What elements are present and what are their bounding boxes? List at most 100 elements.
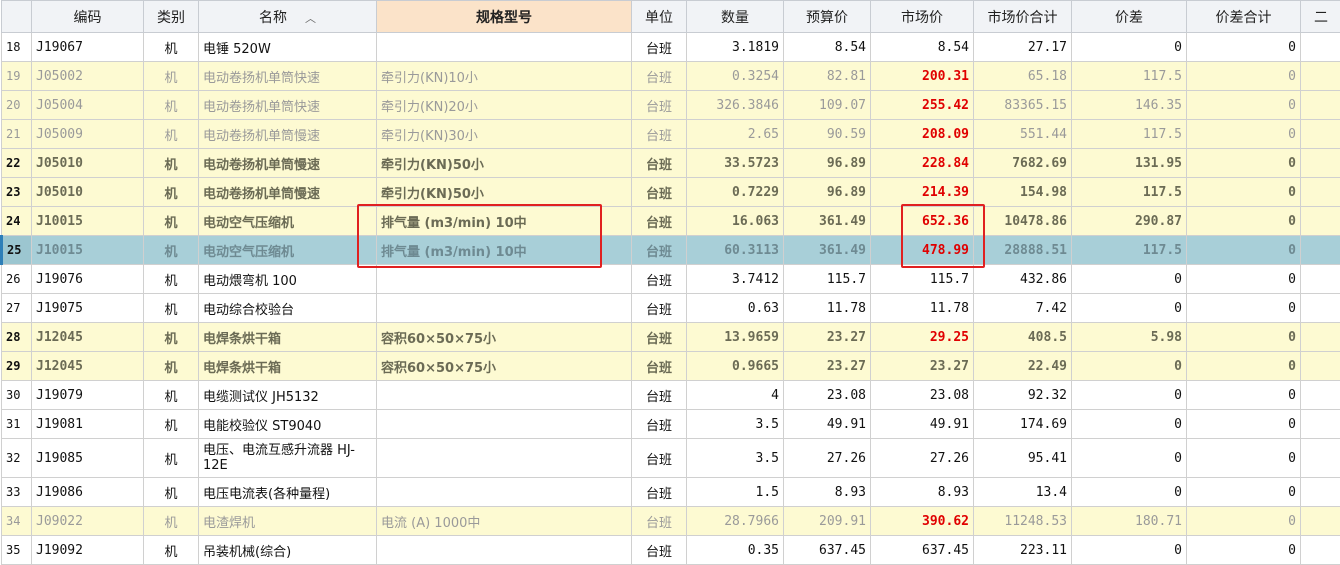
spec-cell[interactable] [377, 294, 632, 323]
market-total-cell[interactable]: 92.32 [974, 381, 1072, 410]
name-cell[interactable]: 电动卷扬机单筒慢速 [199, 178, 377, 207]
col-header-category[interactable]: 类别 [144, 1, 199, 33]
unit-cell[interactable]: 台班 [632, 178, 687, 207]
diff-total-cell[interactable]: 0 [1187, 62, 1301, 91]
price-diff-cell[interactable]: 117.5 [1072, 62, 1187, 91]
market-total-cell[interactable]: 174.69 [974, 410, 1072, 439]
table-row[interactable]: 27J19075机电动综合校验台台班0.6311.7811.787.4200 [2, 294, 1340, 323]
unit-cell[interactable]: 台班 [632, 439, 687, 478]
name-cell[interactable]: 电渣焊机 [199, 507, 377, 536]
diff-total-cell[interactable]: 0 [1187, 381, 1301, 410]
table-row[interactable]: 34J09022机电渣焊机电流 (A) 1000中台班28.7966209.91… [2, 507, 1340, 536]
col-header-spec[interactable]: 规格型号 [377, 1, 632, 33]
price-diff-cell[interactable]: 117.5 [1072, 120, 1187, 149]
category-cell[interactable]: 机 [144, 536, 199, 565]
col-header-code[interactable]: 编码 [32, 1, 144, 33]
chevron-up-icon[interactable]: ︿ [305, 12, 316, 25]
category-cell[interactable]: 机 [144, 236, 199, 265]
unit-cell[interactable]: 台班 [632, 352, 687, 381]
row-number[interactable]: 31 [2, 410, 32, 439]
price-diff-cell[interactable]: 131.95 [1072, 149, 1187, 178]
name-cell[interactable]: 电压、电流互感升流器 HJ-12E [199, 439, 377, 478]
budget-price-cell[interactable]: 209.91 [784, 507, 871, 536]
qty-cell[interactable]: 0.3254 [687, 62, 784, 91]
price-diff-cell[interactable]: 0 [1072, 478, 1187, 507]
market-price-cell[interactable]: 214.39 [871, 178, 974, 207]
code-cell[interactable]: J19081 [32, 410, 144, 439]
price-diff-cell[interactable]: 0 [1072, 352, 1187, 381]
code-cell[interactable]: J12045 [32, 323, 144, 352]
category-cell[interactable]: 机 [144, 178, 199, 207]
market-price-cell[interactable]: 29.25 [871, 323, 974, 352]
qty-cell[interactable]: 33.5723 [687, 149, 784, 178]
spec-cell[interactable] [377, 478, 632, 507]
budget-price-cell[interactable]: 23.08 [784, 381, 871, 410]
market-total-cell[interactable]: 27.17 [974, 33, 1072, 62]
spec-cell[interactable] [377, 410, 632, 439]
budget-price-cell[interactable]: 82.81 [784, 62, 871, 91]
market-price-cell[interactable]: 49.91 [871, 410, 974, 439]
category-cell[interactable]: 机 [144, 62, 199, 91]
unit-cell[interactable]: 台班 [632, 91, 687, 120]
name-cell[interactable]: 电动卷扬机单筒快速 [199, 62, 377, 91]
row-number[interactable]: 29 [2, 352, 32, 381]
col-header-market-price[interactable]: 市场价 [871, 1, 974, 33]
table-row[interactable]: 28J12045机电焊条烘干箱容积60×50×75小台班13.965923.27… [2, 323, 1340, 352]
name-cell[interactable]: 电能校验仪 ST9040 [199, 410, 377, 439]
price-diff-cell[interactable]: 117.5 [1072, 236, 1187, 265]
code-cell[interactable]: J19085 [32, 439, 144, 478]
qty-cell[interactable]: 28.7966 [687, 507, 784, 536]
diff-total-cell[interactable]: 0 [1187, 478, 1301, 507]
col-header-budget-price[interactable]: 预算价 [784, 1, 871, 33]
diff-total-cell[interactable]: 0 [1187, 149, 1301, 178]
spec-cell[interactable]: 牵引力(KN)50小 [377, 149, 632, 178]
budget-price-cell[interactable]: 27.26 [784, 439, 871, 478]
spec-cell[interactable]: 牵引力(KN)20小 [377, 91, 632, 120]
extra-cell[interactable] [1301, 381, 1340, 410]
category-cell[interactable]: 机 [144, 33, 199, 62]
name-cell[interactable]: 吊装机械(综合) [199, 536, 377, 565]
col-header-diff-total[interactable]: 价差合计 [1187, 1, 1301, 33]
spec-cell[interactable]: 牵引力(KN)30小 [377, 120, 632, 149]
spec-cell[interactable] [377, 33, 632, 62]
qty-cell[interactable]: 0.63 [687, 294, 784, 323]
name-cell[interactable]: 电焊条烘干箱 [199, 352, 377, 381]
extra-cell[interactable] [1301, 536, 1340, 565]
diff-total-cell[interactable]: 0 [1187, 120, 1301, 149]
market-total-cell[interactable]: 7.42 [974, 294, 1072, 323]
extra-cell[interactable] [1301, 120, 1340, 149]
market-price-cell[interactable]: 652.36 [871, 207, 974, 236]
table-row[interactable]: 30J19079机电缆测试仪 JH5132台班423.0823.0892.320… [2, 381, 1340, 410]
market-price-cell[interactable]: 23.27 [871, 352, 974, 381]
qty-cell[interactable]: 326.3846 [687, 91, 784, 120]
category-cell[interactable]: 机 [144, 120, 199, 149]
category-cell[interactable]: 机 [144, 439, 199, 478]
budget-price-cell[interactable]: 49.91 [784, 410, 871, 439]
code-cell[interactable]: J12045 [32, 352, 144, 381]
market-total-cell[interactable]: 83365.15 [974, 91, 1072, 120]
diff-total-cell[interactable]: 0 [1187, 91, 1301, 120]
category-cell[interactable]: 机 [144, 507, 199, 536]
market-total-cell[interactable]: 7682.69 [974, 149, 1072, 178]
qty-cell[interactable]: 3.7412 [687, 265, 784, 294]
name-cell[interactable]: 电动卷扬机单筒慢速 [199, 149, 377, 178]
diff-total-cell[interactable]: 0 [1187, 236, 1301, 265]
market-price-cell[interactable]: 27.26 [871, 439, 974, 478]
row-number[interactable]: 34 [2, 507, 32, 536]
extra-cell[interactable] [1301, 236, 1340, 265]
extra-cell[interactable] [1301, 33, 1340, 62]
market-total-cell[interactable]: 28888.51 [974, 236, 1072, 265]
unit-cell[interactable]: 台班 [632, 265, 687, 294]
col-header-extra[interactable]: 二 [1301, 1, 1340, 33]
diff-total-cell[interactable]: 0 [1187, 207, 1301, 236]
col-header-rownum[interactable] [2, 1, 32, 33]
extra-cell[interactable] [1301, 323, 1340, 352]
table-row[interactable]: 22J05010机电动卷扬机单筒慢速牵引力(KN)50小台班33.572396.… [2, 149, 1340, 178]
unit-cell[interactable]: 台班 [632, 120, 687, 149]
budget-price-cell[interactable]: 96.89 [784, 178, 871, 207]
market-price-cell[interactable]: 11.78 [871, 294, 974, 323]
code-cell[interactable]: J09022 [32, 507, 144, 536]
row-number[interactable]: 20 [2, 91, 32, 120]
spec-cell[interactable]: 容积60×50×75小 [377, 352, 632, 381]
table-row[interactable]: 33J19086机电压电流表(各种量程)台班1.58.938.9313.400 [2, 478, 1340, 507]
